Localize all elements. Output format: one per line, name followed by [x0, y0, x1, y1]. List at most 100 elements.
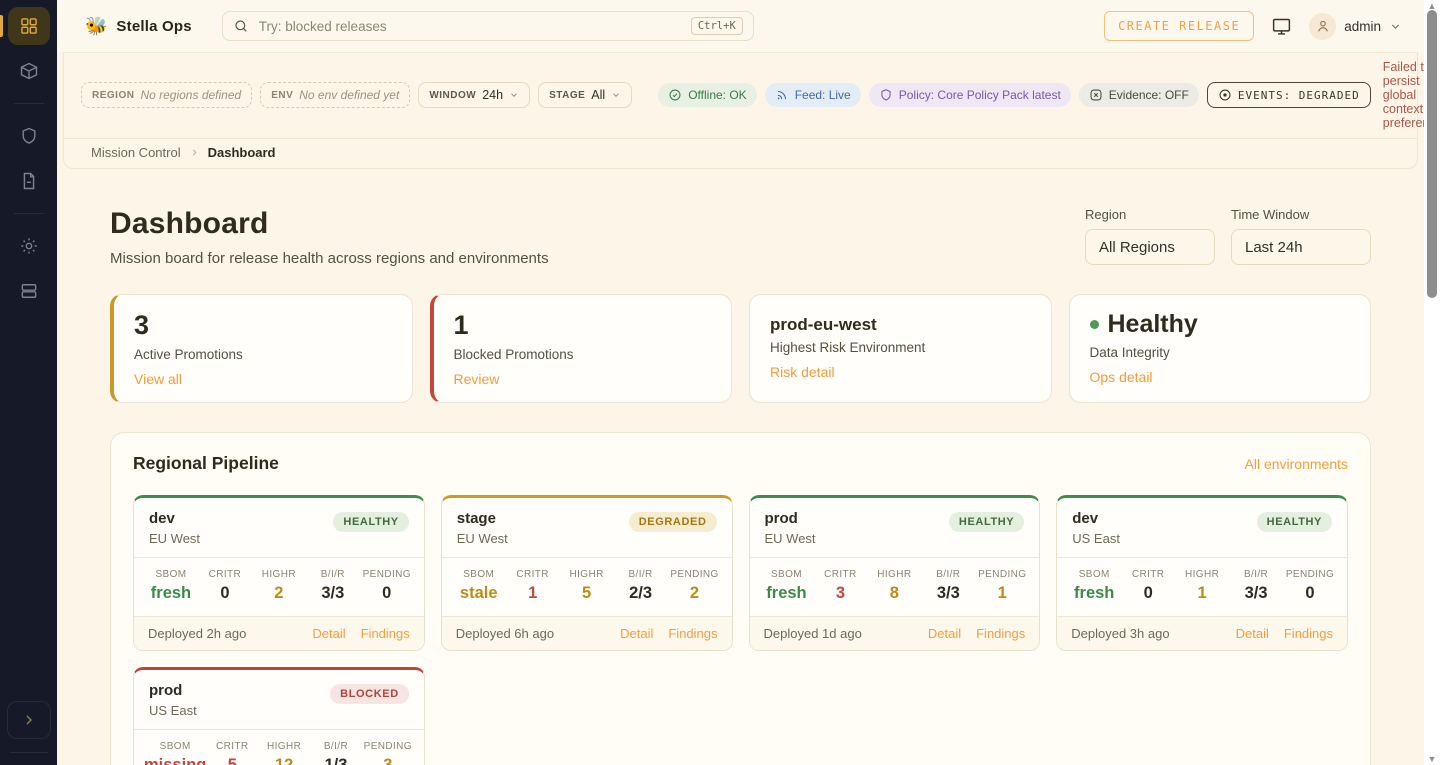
metric-critr: 0	[1121, 584, 1175, 603]
stat-value: 3	[134, 310, 392, 341]
top-bar: 🐝 Stella Ops Ctrl+K CREATE RELEASE admin	[57, 0, 1424, 52]
env-region: EU West	[149, 531, 200, 546]
findings-link[interactable]: Findings	[668, 626, 717, 641]
sidebar-item-security[interactable]	[8, 117, 50, 155]
topbar-actions: CREATE RELEASE admin	[1104, 11, 1402, 41]
policy-status-pill[interactable]: Policy: Core Policy Pack latest	[869, 83, 1071, 107]
window-dropdown[interactable]: WINDOW 24h	[418, 82, 530, 108]
global-search[interactable]: Ctrl+K	[222, 11, 754, 41]
sidebar	[0, 0, 57, 765]
gear-icon	[19, 236, 39, 256]
vertical-scrollbar[interactable]: ▲ ▼	[1424, 0, 1440, 765]
stage-dropdown[interactable]: STAGE All	[538, 82, 632, 108]
stats-row: 3 Active Promotions View all 1 Blocked P…	[110, 294, 1371, 403]
pipeline-card-stage-eu-west: stage EU West DEGRADED SBOMstale CRITR1 …	[441, 495, 733, 651]
active-indicator	[0, 15, 3, 37]
sidebar-divider	[14, 103, 44, 104]
create-release-button[interactable]: CREATE RELEASE	[1104, 11, 1254, 41]
metric-sbom: stale	[452, 584, 506, 603]
evidence-status-text: Evidence: OFF	[1109, 88, 1189, 102]
region-select[interactable]: All Regions	[1085, 229, 1215, 265]
findings-link[interactable]: Findings	[976, 626, 1025, 641]
env-context-chip[interactable]: ENV No env defined yet	[260, 82, 410, 108]
metric-sbom: fresh	[1067, 584, 1121, 603]
metric-label: PENDING	[360, 569, 414, 580]
metric-pending: 0	[360, 584, 414, 603]
user-menu[interactable]: admin	[1309, 13, 1402, 40]
offline-status-pill[interactable]: Offline: OK	[658, 83, 756, 107]
grid-icon	[19, 16, 39, 36]
time-window-select[interactable]: Last 24h	[1231, 229, 1371, 265]
evidence-status-pill[interactable]: Evidence: OFF	[1079, 83, 1199, 107]
metric-label: SBOM	[144, 741, 206, 752]
metric-bir: 1/3	[310, 756, 362, 765]
circle-dot-icon	[1218, 88, 1232, 102]
sidebar-item-infrastructure[interactable]	[8, 272, 50, 310]
breadcrumb-dashboard: Dashboard	[208, 145, 276, 160]
region-filter: Region All Regions	[1085, 207, 1215, 265]
metric-label: CRITR	[813, 569, 867, 580]
env-name: dev	[149, 510, 200, 527]
metric-pending: 3	[362, 756, 414, 765]
user-name: admin	[1344, 19, 1381, 34]
detail-link[interactable]: Detail	[928, 626, 961, 641]
sidebar-item-documents[interactable]	[8, 162, 50, 200]
metric-label: CRITR	[1121, 569, 1175, 580]
ops-detail-link[interactable]: Ops detail	[1090, 369, 1153, 385]
stage-label: STAGE	[549, 90, 585, 101]
time-window-filter-label: Time Window	[1231, 207, 1371, 222]
main-area: 🐝 Stella Ops Ctrl+K CREATE RELEASE admin…	[57, 0, 1424, 765]
window-label: WINDOW	[429, 90, 476, 101]
server-icon	[19, 281, 39, 301]
app-title: Stella Ops	[116, 18, 191, 35]
env-chip-label: ENV	[271, 90, 293, 101]
metric-label: CRITR	[206, 741, 258, 752]
env-name: prod	[149, 682, 197, 699]
metric-label: B/I/R	[306, 569, 360, 580]
shield-icon	[19, 126, 39, 146]
events-status-pill[interactable]: EVENTS: DEGRADED	[1207, 82, 1371, 108]
detail-link[interactable]: Detail	[312, 626, 345, 641]
shield-icon	[879, 88, 893, 102]
findings-link[interactable]: Findings	[361, 626, 410, 641]
risk-detail-link[interactable]: Risk detail	[770, 364, 835, 380]
keyboard-shortcut-badge: Ctrl+K	[691, 17, 743, 35]
deployed-text: Deployed 1d ago	[764, 626, 862, 641]
metric-label: B/I/R	[310, 741, 362, 752]
search-input[interactable]	[259, 19, 681, 34]
findings-link[interactable]: Findings	[1284, 626, 1333, 641]
feed-status-pill[interactable]: Feed: Live	[765, 83, 861, 107]
chevron-right-icon	[21, 712, 37, 728]
review-link[interactable]: Review	[454, 371, 500, 387]
stat-value: Healthy	[1090, 310, 1351, 339]
scroll-down-arrow[interactable]: ▼	[1424, 754, 1440, 764]
bee-logo-icon: 🐝	[85, 17, 107, 35]
region-context-chip[interactable]: REGION No regions defined	[81, 82, 252, 108]
env-name: stage	[457, 510, 508, 527]
detail-link[interactable]: Detail	[1236, 626, 1269, 641]
sidebar-item-dashboard[interactable]	[8, 7, 50, 45]
sidebar-expand-button[interactable]	[7, 701, 51, 739]
metric-label: SBOM	[1067, 569, 1121, 580]
view-all-link[interactable]: View all	[134, 371, 182, 387]
all-environments-link[interactable]: All environments	[1245, 456, 1349, 472]
metric-critr: 0	[198, 584, 252, 603]
deployed-text: Deployed 3h ago	[1071, 626, 1169, 641]
sidebar-item-settings[interactable]	[8, 227, 50, 265]
scrollbar-thumb[interactable]	[1427, 10, 1437, 298]
region-chip-label: REGION	[92, 90, 134, 101]
breadcrumb-mission-control[interactable]: Mission Control	[91, 145, 181, 160]
pipeline-card-dev-eu-west: dev EU West HEALTHY SBOMfresh CRITR0 HIG…	[133, 495, 425, 651]
monitor-icon[interactable]	[1271, 16, 1292, 37]
page-filters: Region All Regions Time Window Last 24h	[1085, 207, 1371, 265]
metric-label: PENDING	[975, 569, 1029, 580]
pipeline-cards-grid: dev EU West HEALTHY SBOMfresh CRITR0 HIG…	[133, 495, 1348, 765]
metric-label: B/I/R	[921, 569, 975, 580]
time-window-filter: Time Window Last 24h	[1231, 207, 1371, 265]
detail-link[interactable]: Detail	[620, 626, 653, 641]
metric-label: PENDING	[362, 741, 414, 752]
offline-status-text: Offline: OK	[688, 88, 746, 102]
status-badge: DEGRADED	[629, 512, 717, 532]
app-brand[interactable]: 🐝 Stella Ops	[85, 17, 192, 35]
sidebar-item-releases[interactable]	[8, 52, 50, 90]
